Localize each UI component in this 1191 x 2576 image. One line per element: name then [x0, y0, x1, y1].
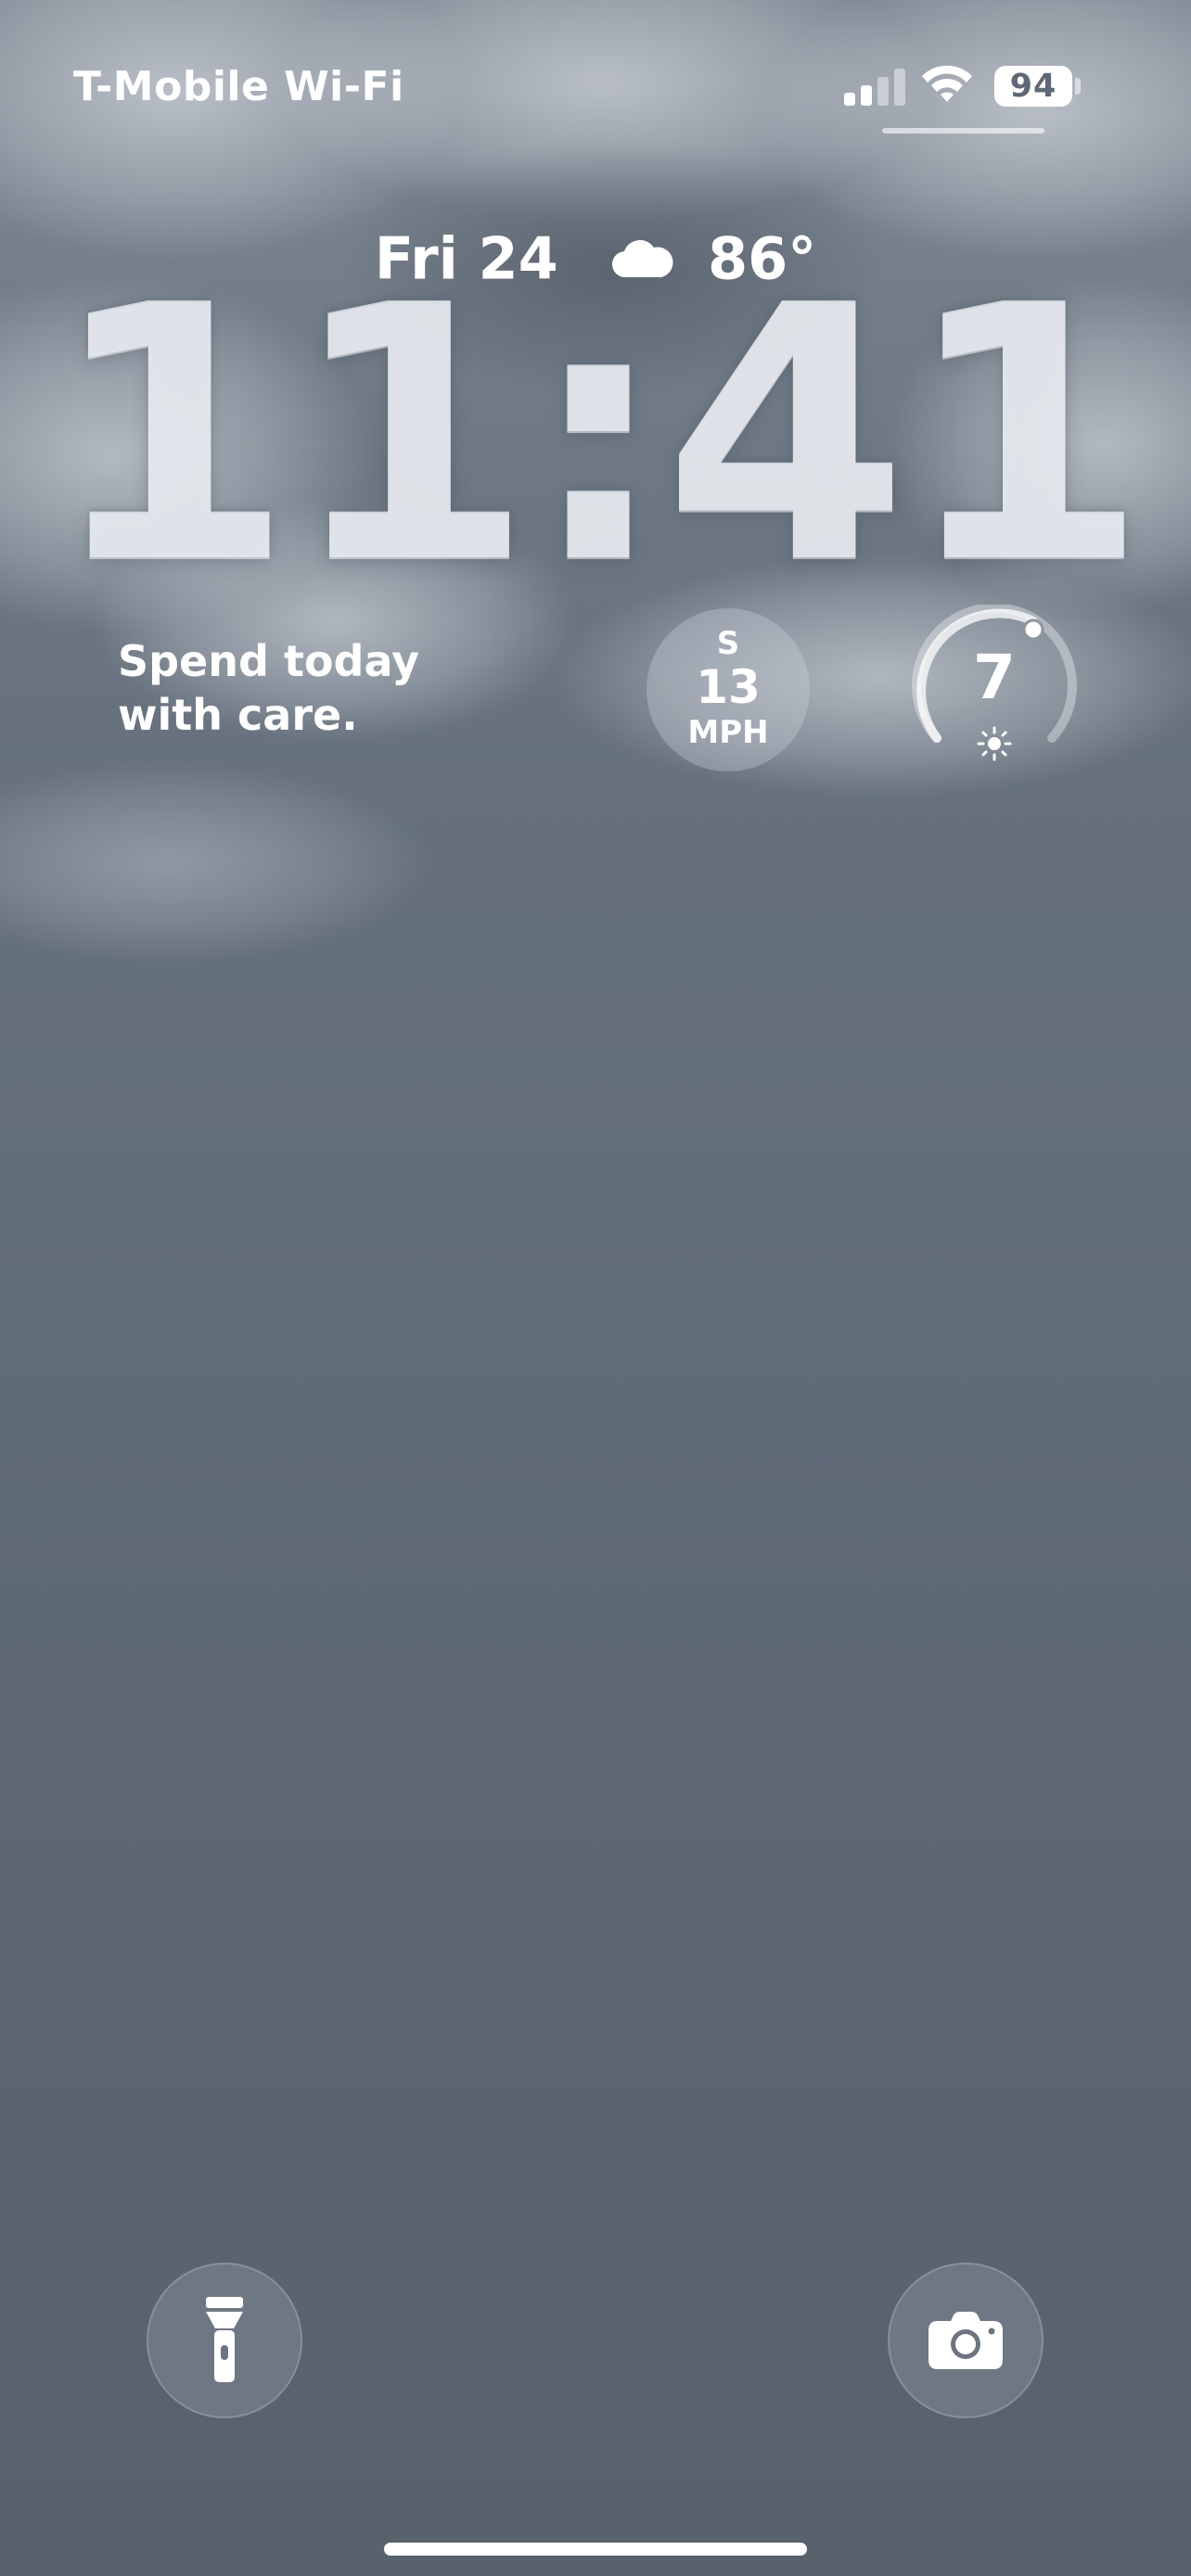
sun-icon: [977, 726, 1012, 761]
flashlight-icon: [206, 2297, 243, 2382]
wifi-icon: [922, 65, 972, 102]
date-label: Fri 24: [374, 224, 558, 293]
battery-level: 94: [1009, 68, 1057, 105]
wind-direction: S: [716, 625, 740, 662]
home-indicator[interactable]: [384, 2543, 807, 2556]
battery-icon: 94: [994, 66, 1072, 107]
quote-line-2: with care.: [118, 690, 358, 740]
flashlight-button[interactable]: [147, 2263, 302, 2418]
wind-speed: 13: [696, 660, 761, 714]
wind-widget[interactable]: S 13 MPH: [647, 608, 810, 772]
date-weather-row[interactable]: Fri 24 86°: [0, 221, 1191, 292]
camera-button[interactable]: [888, 2263, 1044, 2418]
status-bar: T-Mobile Wi-Fi 94: [0, 0, 1191, 139]
uv-index-value: 7: [973, 642, 1016, 713]
battery-tip: [1075, 78, 1081, 95]
cellular-signal-icon: [844, 67, 909, 106]
cloud-icon: [612, 239, 673, 277]
camera-icon: [928, 2312, 1003, 2369]
uv-index-widget[interactable]: 7: [909, 603, 1080, 775]
status-underline: [882, 128, 1044, 134]
wind-unit: MPH: [687, 714, 769, 751]
lock-screen-time: 11:41: [48, 230, 1148, 641]
quote-widget[interactable]: Spend today with care.: [118, 634, 419, 742]
quote-line-1: Spend today: [118, 636, 420, 686]
temperature-label: 86°: [708, 224, 817, 293]
carrier-label: T-Mobile Wi-Fi: [73, 63, 404, 110]
